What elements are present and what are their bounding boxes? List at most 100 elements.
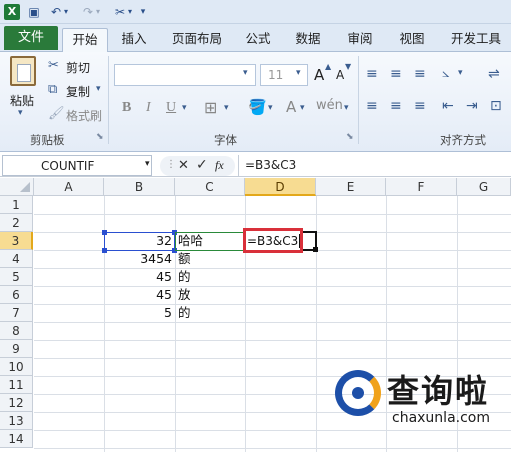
font-color-dropdown-icon[interactable]: ▾	[300, 103, 305, 113]
tab-page-layout[interactable]: 页面布局	[166, 28, 228, 52]
cell-b6[interactable]: 45	[104, 286, 174, 304]
reference-handle[interactable]	[102, 248, 107, 253]
ribbon: 粘贴 ▾ ✂ 剪切 ⧉ 复制 ▾ 🖌 格式刷 剪贴板 ⬊ ▾ 11 ▾ A ▲ …	[0, 52, 511, 152]
align-center-icon[interactable]: ≡	[390, 98, 402, 114]
gridline	[34, 340, 511, 341]
underline-dropdown-icon[interactable]: ▾	[182, 103, 187, 113]
grow-font-button[interactable]: A	[314, 66, 324, 84]
insert-function-button[interactable]: fx	[215, 158, 224, 173]
row-header[interactable]: 13	[0, 412, 33, 430]
customize-dropdown-icon[interactable]: ▾	[138, 4, 148, 20]
align-top-icon[interactable]: ≡	[366, 66, 378, 82]
paste-dropdown-icon[interactable]: ▾	[18, 108, 23, 118]
column-header-b[interactable]: B	[104, 178, 175, 196]
cancel-button[interactable]: ✕	[178, 158, 189, 173]
row-header[interactable]: 9	[0, 340, 33, 358]
cell-b5[interactable]: 45	[104, 268, 174, 286]
cell-d3[interactable]: =B3&C3	[247, 232, 301, 250]
cell-b4[interactable]: 3454	[104, 250, 174, 268]
font-color-button[interactable]: A	[286, 98, 296, 116]
clipboard-launcher-icon[interactable]: ⬊	[96, 132, 104, 142]
gridline	[34, 430, 511, 431]
formula-buttons: ⋮ ✕ ✓ fx	[160, 156, 235, 176]
row-header[interactable]: 4	[0, 250, 33, 268]
tab-view[interactable]: 视图	[392, 28, 432, 52]
cell-c4[interactable]: 额	[176, 250, 244, 268]
underline-button[interactable]: U	[166, 100, 176, 116]
borders-dropdown-icon[interactable]: ▾	[224, 103, 229, 113]
row-header[interactable]: 12	[0, 394, 33, 412]
reference-handle[interactable]	[102, 230, 107, 235]
tab-developer[interactable]: 开发工具	[444, 28, 508, 52]
borders-icon[interactable]: ⊞	[204, 98, 217, 117]
column-header-f[interactable]: F	[386, 178, 457, 196]
tab-data[interactable]: 数据	[288, 28, 328, 52]
enter-button[interactable]: ✓	[196, 157, 208, 173]
reference-highlight-b3	[104, 232, 175, 251]
copy-icon: ⧉	[48, 82, 58, 97]
column-header-e[interactable]: E	[316, 178, 386, 196]
column-header-g[interactable]: G	[457, 178, 511, 196]
tab-insert[interactable]: 插入	[112, 28, 156, 52]
phonetic-dropdown-icon[interactable]: ▾	[344, 103, 349, 113]
custom-tool-dropdown-icon[interactable]: ▾	[126, 4, 134, 20]
tab-formulas[interactable]: 公式	[238, 28, 278, 52]
redo-dropdown-icon[interactable]: ▾	[94, 4, 102, 20]
align-left-icon[interactable]: ≡	[366, 98, 378, 114]
cell-b7[interactable]: 5	[104, 304, 174, 322]
format-painter-button[interactable]: 格式刷	[66, 107, 102, 124]
align-right-icon[interactable]: ≡	[414, 98, 426, 114]
copy-button[interactable]: 复制	[66, 83, 90, 100]
tab-review[interactable]: 审阅	[340, 28, 380, 52]
fill-color-icon[interactable]: 🪣	[248, 98, 267, 116]
increase-indent-icon[interactable]: ⇥	[466, 98, 478, 114]
font-size-dropdown-icon[interactable]: ▾	[296, 68, 301, 78]
tab-file[interactable]: 文件	[4, 26, 58, 50]
decrease-indent-icon[interactable]: ⇤	[442, 98, 454, 114]
worksheet-grid[interactable]: A B C D E F G 1 2 3 4 5 6 7 8 9 10 11 12…	[0, 178, 511, 452]
font-name-dropdown-icon[interactable]: ▾	[243, 68, 248, 78]
align-middle-icon[interactable]: ≡	[390, 66, 402, 82]
row-header[interactable]: 1	[0, 196, 33, 214]
orientation-icon[interactable]: ⦣	[442, 66, 449, 81]
row-header[interactable]: 2	[0, 214, 33, 232]
align-bottom-icon[interactable]: ≡	[414, 66, 426, 82]
paste-button[interactable]: 粘贴	[10, 92, 34, 109]
column-header-a[interactable]: A	[34, 178, 104, 196]
fill-color-dropdown-icon[interactable]: ▾	[268, 103, 273, 113]
row-header[interactable]: 14	[0, 430, 33, 448]
row-header[interactable]: 8	[0, 322, 33, 340]
name-box-value: COUNTIF	[41, 159, 95, 173]
bold-button[interactable]: B	[122, 100, 131, 116]
row-header[interactable]: 11	[0, 376, 33, 394]
font-name-combo[interactable]	[114, 64, 256, 86]
phonetic-icon[interactable]: wén	[316, 98, 343, 113]
row-header[interactable]: 3	[0, 232, 33, 250]
cut-button[interactable]: 剪切	[66, 59, 90, 76]
undo-dropdown-icon[interactable]: ▾	[62, 4, 70, 20]
cell-c7[interactable]: 的	[176, 304, 244, 322]
orientation-dropdown-icon[interactable]: ▾	[458, 68, 463, 78]
column-header-c[interactable]: C	[175, 178, 245, 196]
copy-dropdown-icon[interactable]: ▾	[96, 84, 101, 94]
row-header[interactable]: 6	[0, 286, 33, 304]
tab-home[interactable]: 开始	[62, 28, 108, 52]
column-header-d[interactable]: D	[245, 178, 316, 196]
save-icon[interactable]: ▣	[26, 4, 42, 20]
font-launcher-icon[interactable]: ⬊	[346, 132, 354, 142]
cell-c5[interactable]: 的	[176, 268, 244, 286]
name-box[interactable]: COUNTIF ▾	[2, 155, 152, 176]
cut-icon: ✂	[48, 58, 59, 73]
row-header[interactable]: 7	[0, 304, 33, 322]
italic-button[interactable]: I	[146, 100, 151, 116]
formula-input[interactable]: =B3&C3	[238, 155, 511, 176]
fill-handle[interactable]	[313, 247, 318, 252]
row-header[interactable]: 10	[0, 358, 33, 376]
merge-center-icon[interactable]: ⊡	[490, 98, 502, 114]
row-header[interactable]: 5	[0, 268, 33, 286]
gridline	[386, 196, 387, 452]
wrap-text-icon[interactable]: ⇌	[488, 66, 500, 82]
shrink-font-button[interactable]: A	[336, 68, 344, 82]
cell-c6[interactable]: 放	[176, 286, 244, 304]
name-box-dropdown-icon[interactable]: ▾	[145, 159, 150, 169]
